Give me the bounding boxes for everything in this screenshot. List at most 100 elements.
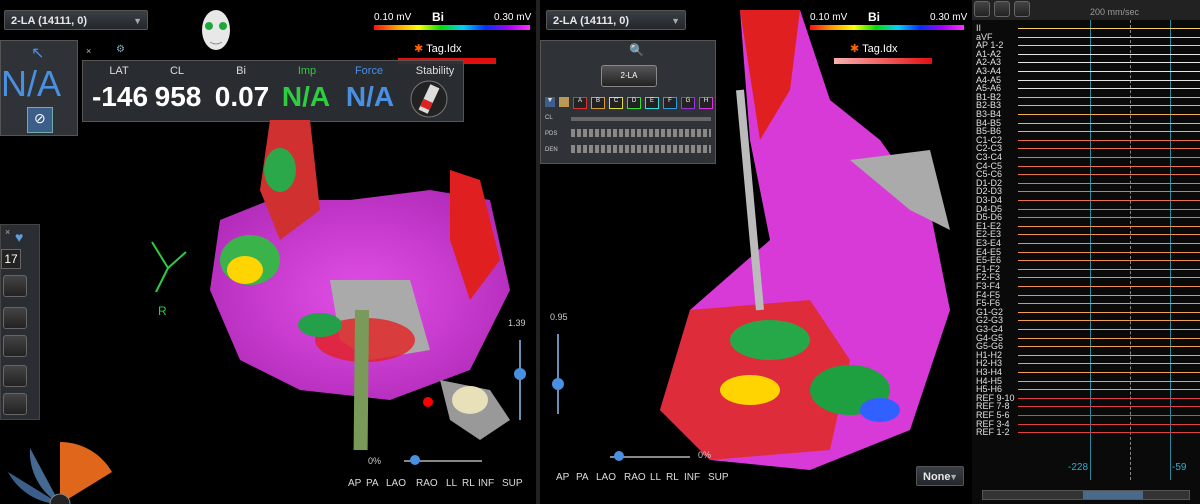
ecg-zoom-button[interactable] bbox=[994, 1, 1010, 17]
orientation-label: R bbox=[158, 304, 167, 318]
view-rl-button[interactable]: RL bbox=[666, 472, 679, 483]
left-colorbar-title: Bi bbox=[432, 10, 444, 24]
spline-d-button[interactable]: D bbox=[627, 97, 641, 109]
right-3d-map[interactable] bbox=[650, 10, 968, 480]
eraser-tool-button[interactable] bbox=[3, 335, 27, 357]
view-ll-button[interactable]: LL bbox=[650, 472, 661, 483]
chevron-down-icon: ▼ bbox=[133, 16, 142, 26]
ecg-trace bbox=[1018, 79, 1200, 81]
layout-button[interactable]: 2-LA bbox=[601, 65, 657, 87]
ecg-trace bbox=[1018, 182, 1200, 184]
ecg-toolbar: 200 mm/sec bbox=[972, 0, 1200, 20]
left-opacity-handle[interactable] bbox=[514, 368, 526, 380]
imp-value: N/A bbox=[281, 81, 331, 112]
view-ap-button[interactable]: AP bbox=[556, 472, 569, 483]
spline-b-button[interactable]: B bbox=[591, 97, 605, 109]
left-opacity-slider[interactable] bbox=[519, 340, 521, 420]
settings-icon[interactable]: ⚙ bbox=[116, 44, 125, 55]
left-map-view[interactable]: 2-LA (14111, 0) ▼ 0.10 mV Bi 0.30 mV ✱ T… bbox=[0, 0, 536, 504]
ecg-trace bbox=[1018, 320, 1200, 322]
ecg-trace bbox=[1018, 260, 1200, 262]
view-pa-button[interactable]: PA bbox=[366, 478, 379, 489]
stability-header: Stability bbox=[415, 65, 455, 77]
den-row-label: DEN bbox=[545, 147, 558, 153]
right-opacity-value: 0.95 bbox=[550, 312, 568, 322]
ecg-left-time: -228 bbox=[1068, 462, 1089, 473]
ecg-trace bbox=[1018, 53, 1200, 55]
brush-tool-button[interactable] bbox=[3, 307, 27, 329]
view-pa-button[interactable]: PA bbox=[576, 472, 589, 483]
left-tag-index-label: Tag.Idx bbox=[426, 43, 462, 55]
ecg-trace bbox=[1018, 62, 1200, 64]
counter-field[interactable]: 17 bbox=[1, 249, 21, 269]
ecg-trace bbox=[1018, 337, 1200, 339]
view-lao-button[interactable]: LAO bbox=[386, 478, 406, 489]
view-ap-button[interactable]: AP bbox=[348, 478, 361, 489]
cl-row-label: CL bbox=[545, 115, 553, 121]
ecg-trace bbox=[1018, 363, 1200, 365]
spline-a-button[interactable]: A bbox=[573, 97, 587, 109]
view-inf-button[interactable]: INF bbox=[684, 472, 700, 483]
no-catheter-icon[interactable]: ⊘ bbox=[27, 107, 53, 133]
ecg-trace bbox=[1018, 36, 1200, 38]
view-inf-button[interactable]: INF bbox=[478, 478, 494, 489]
ecg-trace bbox=[1018, 380, 1200, 382]
search-filter-icon[interactable]: 🔍 bbox=[629, 43, 644, 57]
radial-control[interactable] bbox=[0, 432, 120, 504]
view-sup-button[interactable]: SUP bbox=[708, 472, 729, 483]
right-map-selector-label: 2-LA (14111, 0) bbox=[553, 15, 630, 27]
ecg-trace bbox=[1018, 234, 1200, 236]
none-select[interactable]: None ▼ bbox=[916, 466, 964, 486]
close-icon[interactable]: × bbox=[86, 46, 91, 56]
trash-tool-button[interactable] bbox=[3, 393, 27, 415]
view-sup-button[interactable]: SUP bbox=[502, 478, 523, 489]
left-colorbar bbox=[374, 25, 530, 30]
close-icon[interactable]: × bbox=[5, 227, 10, 237]
left-map-selector[interactable]: 2-LA (14111, 0) ▼ bbox=[4, 10, 148, 30]
heart-icon[interactable]: ♥ bbox=[15, 229, 23, 245]
imp-header: Imp bbox=[297, 65, 317, 77]
dropdown-chip[interactable]: ▼ bbox=[545, 97, 555, 107]
spline-c-button[interactable]: C bbox=[609, 97, 623, 109]
grid-tool-button[interactable] bbox=[3, 275, 27, 297]
view-rao-button[interactable]: RAO bbox=[624, 472, 646, 483]
ecg-save-button[interactable] bbox=[1014, 1, 1030, 17]
ecg-trace bbox=[1018, 415, 1200, 416]
ecg-speed: 200 mm/sec bbox=[1090, 7, 1140, 17]
view-rao-button[interactable]: RAO bbox=[416, 478, 438, 489]
lat-header: LAT bbox=[109, 65, 129, 77]
left-map-selector-label: 2-LA (14111, 0) bbox=[11, 15, 88, 27]
left-tag-index[interactable]: ✱ Tag.Idx bbox=[414, 42, 462, 55]
ecg-trace bbox=[1018, 157, 1200, 158]
ecg-channel-label[interactable]: REF 1-2 bbox=[976, 428, 1010, 437]
ecg-trace bbox=[1018, 389, 1200, 391]
left-3d-map[interactable] bbox=[150, 110, 530, 450]
ecg-trace bbox=[1018, 105, 1200, 107]
paint-tool-button[interactable] bbox=[3, 365, 27, 387]
ecg-trace bbox=[1018, 217, 1200, 219]
cl-value: 958 bbox=[154, 81, 202, 112]
ecg-trace bbox=[1018, 225, 1200, 227]
left-opacity-value: 1.39 bbox=[508, 318, 526, 328]
left-zoom-handle[interactable] bbox=[410, 455, 420, 465]
catheter-na-value: N/A bbox=[1, 63, 62, 104]
palette-chip[interactable] bbox=[559, 97, 569, 107]
ecg-trace bbox=[1018, 174, 1200, 176]
ecg-trace bbox=[1018, 329, 1200, 330]
ecg-scrollbar-thumb[interactable] bbox=[1083, 491, 1143, 499]
right-opacity-handle[interactable] bbox=[552, 378, 564, 390]
view-lao-button[interactable]: LAO bbox=[596, 472, 616, 483]
right-opacity-slider[interactable] bbox=[557, 334, 559, 414]
ecg-trace bbox=[1018, 200, 1200, 201]
arrow-up-left-icon: ↖ bbox=[31, 45, 45, 62]
view-ll-button[interactable]: LL bbox=[446, 478, 457, 489]
view-rl-button[interactable]: RL bbox=[462, 478, 475, 489]
right-map-view[interactable]: 2-LA (14111, 0) ▼ 0.10 mV Bi 0.30 mV ✱ T… bbox=[540, 0, 968, 504]
ecg-scrollbar[interactable] bbox=[982, 490, 1190, 500]
left-toolbar: × ♥ 17 bbox=[0, 224, 40, 420]
ecg-panel[interactable]: 200 mm/sec II aVF AP 1-2 A1-A2 A2-A3 A3-A4 A4-… bbox=[972, 0, 1200, 504]
force-header: Force bbox=[354, 65, 384, 77]
head-orientation-icon[interactable] bbox=[198, 6, 234, 58]
right-zoom-handle[interactable] bbox=[614, 451, 624, 461]
ecg-settings-button[interactable] bbox=[974, 1, 990, 17]
